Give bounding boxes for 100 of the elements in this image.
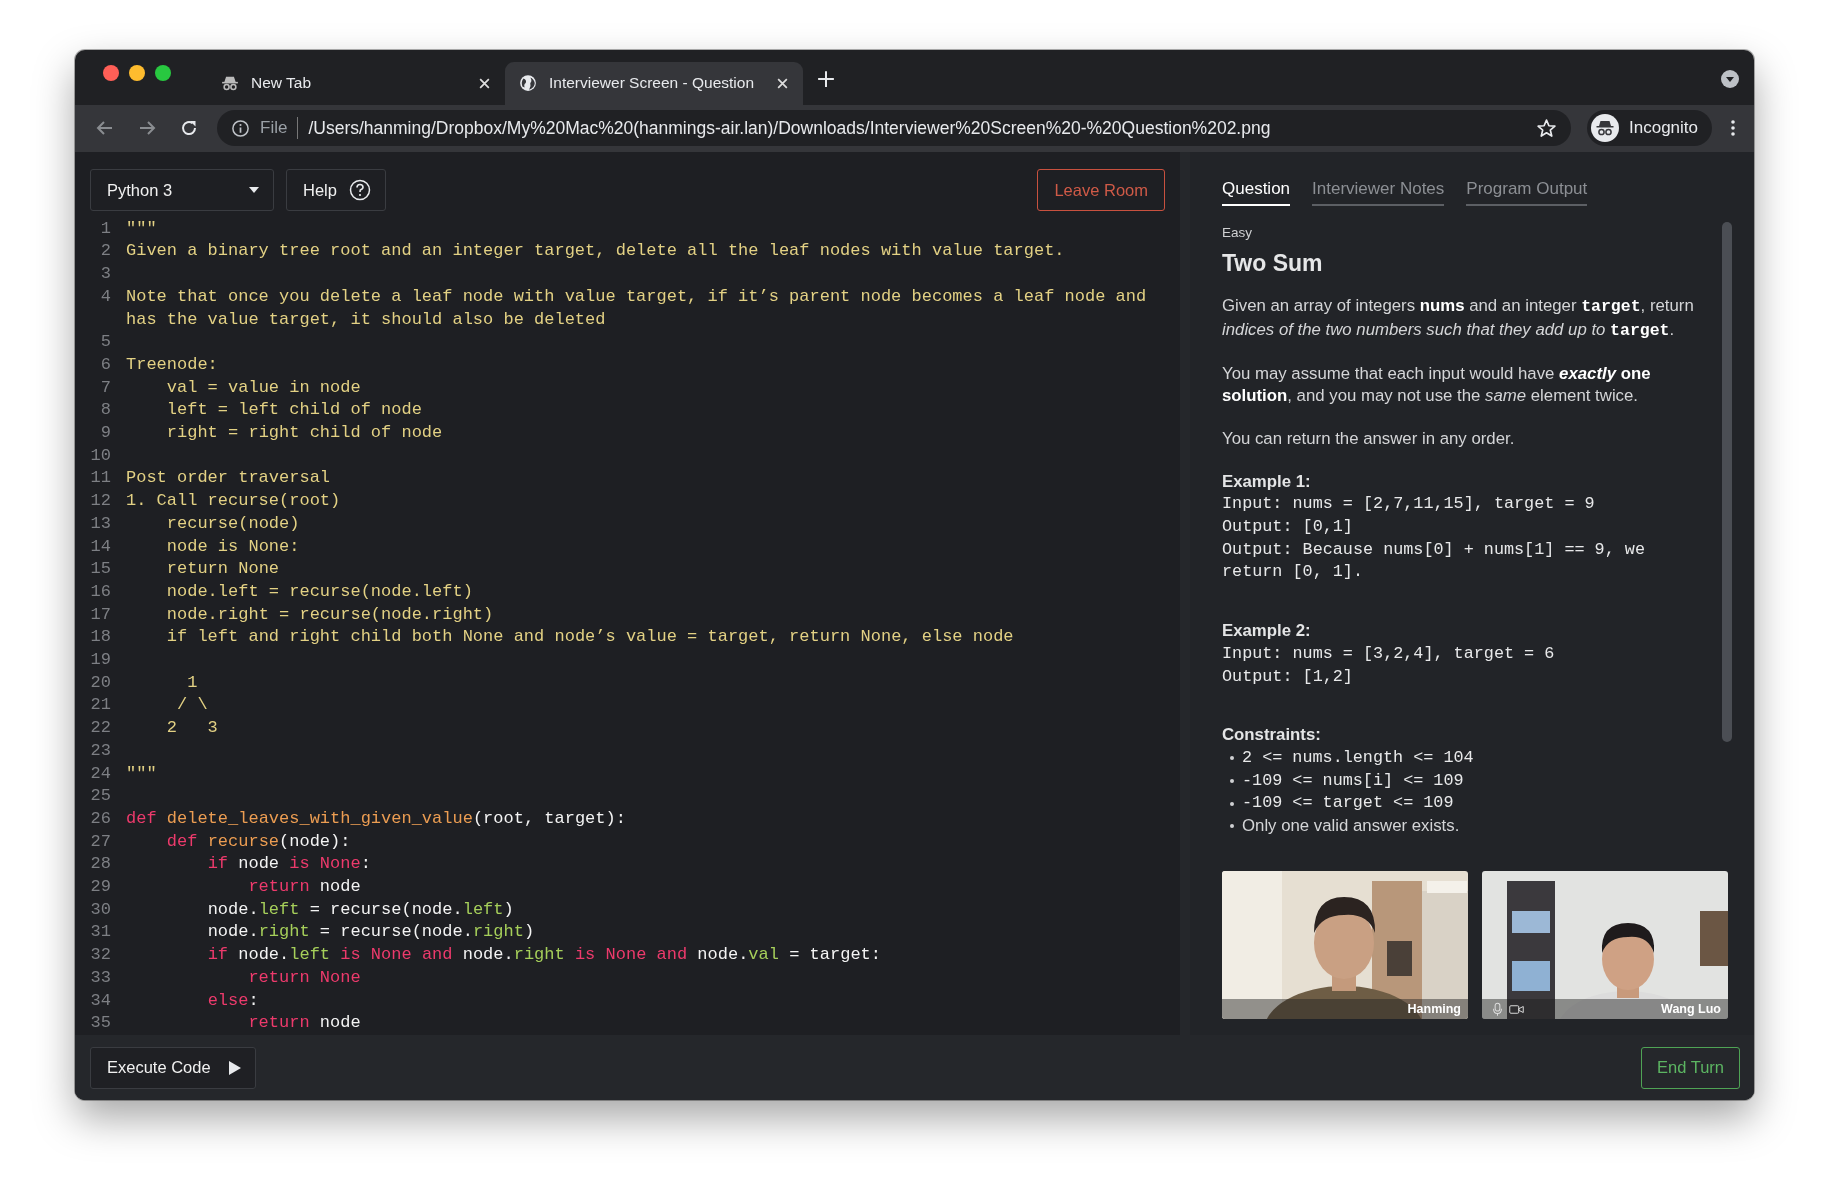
panel-tab[interactable]: Program Output — [1466, 178, 1588, 206]
participant-name: Wang Luo — [1661, 1002, 1721, 1016]
camera-icon[interactable] — [1509, 1003, 1524, 1015]
line-number: 25 — [89, 785, 111, 808]
code-line: node.left = recurse(node.left) — [165, 580, 473, 603]
line-number: 4 — [99, 285, 111, 308]
code-line: else: — [206, 989, 259, 1012]
example-line: Output: [0,1] — [1222, 516, 1354, 538]
bullet-icon — [1230, 756, 1234, 761]
window-zoom-button[interactable] — [155, 65, 171, 82]
constraint-text: -109 <= target <= 109 — [1242, 792, 1454, 815]
profile-button[interactable]: Incognito — [1587, 110, 1712, 147]
language-dropdown[interactable]: Python 3 — [90, 169, 274, 212]
code-line: val = value in node — [165, 376, 361, 399]
example-line: Input: nums = [3,2,4], target = 6 — [1222, 642, 1556, 665]
line-number: 5 — [99, 331, 111, 354]
question-paragraph: Given an array of integers nums and an integer target, return indices of the two numbers such that they add up to target. — [1222, 295, 1695, 342]
example-line: Input: nums = [2,7,11,15], target = 9 — [1222, 493, 1596, 516]
line-number: 6 — [99, 353, 111, 376]
line-number: 12 — [89, 490, 111, 513]
help-icon — [348, 179, 371, 202]
panel-tab[interactable]: Interviewer Notes — [1312, 178, 1445, 206]
scheme-label: File — [260, 118, 288, 139]
tab-search-button[interactable] — [1720, 69, 1740, 90]
bullet-icon — [1230, 824, 1234, 829]
line-number: 33 — [89, 966, 111, 989]
new-tab-button[interactable] — [817, 70, 835, 89]
end-turn-button[interactable]: End Turn — [1641, 1046, 1740, 1089]
leave-room-button[interactable]: Leave Room — [1037, 169, 1165, 212]
line-number: 1 — [99, 217, 111, 240]
code-line: 2 3 — [165, 717, 218, 740]
line-number: 29 — [89, 876, 111, 899]
line-number: 28 — [89, 853, 111, 876]
code-line: node.right = recurse(node.right) — [165, 603, 494, 626]
difficulty-label: Easy — [1222, 223, 1253, 242]
code-line: def delete_leaves_with_given_value(root, target): — [126, 807, 626, 830]
line-number: 24 — [89, 762, 111, 785]
line-number: 9 — [99, 422, 111, 444]
code-line: if left and right child both None and node’s value = target, return None, else node — [165, 626, 1014, 649]
line-number: 19 — [89, 649, 111, 672]
window-close-button[interactable] — [103, 65, 119, 82]
incognito-icon — [221, 74, 239, 93]
execute-code-button[interactable]: Execute Code — [90, 1046, 256, 1089]
code-line: recurse(node) — [165, 512, 300, 535]
line-number: 18 — [89, 626, 111, 649]
code-line: return None — [165, 558, 280, 581]
help-button[interactable]: Help — [286, 169, 386, 212]
line-number: 21 — [89, 694, 111, 717]
info-icon — [231, 118, 250, 138]
constraint-text: 2 <= nums.length <= 104 — [1242, 746, 1474, 769]
line-number: 15 — [89, 558, 111, 581]
line-number: 3 — [99, 263, 111, 286]
globe-icon — [519, 74, 537, 93]
panel-tab[interactable]: Question — [1222, 178, 1291, 206]
close-icon[interactable] — [776, 76, 789, 90]
example-line: Output: [1,2] — [1222, 665, 1354, 688]
code-line: right = right child of node — [165, 422, 443, 444]
line-number: 16 — [89, 580, 111, 603]
code-line: def recurse(node): — [165, 830, 351, 853]
scrollbar[interactable] — [1722, 221, 1732, 742]
close-icon[interactable] — [478, 76, 491, 90]
code-line: return node — [247, 1012, 361, 1035]
line-number: 11 — [89, 467, 111, 490]
line-number: 35 — [89, 1012, 111, 1035]
caret-icon — [249, 187, 259, 194]
code-line: node is None: — [165, 535, 300, 558]
line-number: 34 — [89, 989, 111, 1012]
window-minimize-button[interactable] — [129, 65, 145, 82]
play-icon — [228, 1060, 241, 1075]
browser-tab[interactable]: Interviewer Screen - Question — [505, 61, 803, 105]
line-number: 22 — [89, 717, 111, 740]
line-number: 31 — [89, 921, 111, 944]
code-line: """ — [126, 762, 157, 785]
code-line: Given a binary tree root and an integer target, delete all the leaf nodes with value target. — [126, 240, 1065, 263]
code-line: left = left child of node — [165, 399, 422, 422]
browser-tab[interactable]: New Tab — [207, 61, 505, 105]
code-line: return None — [247, 966, 361, 989]
bullet-icon — [1230, 801, 1234, 806]
line-number: 32 — [89, 944, 111, 967]
code-line: return node — [247, 876, 361, 899]
code-line: 1. Call recurse(root) — [126, 490, 341, 513]
code-line: / \ — [176, 694, 208, 717]
address-bar[interactable]: File /Users/hanming/Dropbox/My%20Mac%20(hanmings-air.lan)/Downloads/Interviewer%20Screen%20-%20Question%202.png — [217, 110, 1571, 147]
line-number: 7 — [99, 376, 111, 399]
code-line: node.right = recurse(node.right) — [206, 921, 535, 944]
code-line: node.left = recurse(node.left) — [206, 898, 514, 921]
code-line: Treenode: — [126, 353, 218, 376]
code-line: if node is None: — [206, 853, 371, 876]
menu-button[interactable] — [1730, 118, 1736, 139]
url-text: /Users/hanming/Dropbox/My%20Mac%20(hanmings-air.lan)/Downloads/Interviewer%20Screen%20-%20Question%202.png — [308, 117, 1271, 139]
incognito-icon — [1591, 114, 1619, 143]
line-number: 10 — [89, 444, 111, 467]
participant-name: Hanming — [1407, 1002, 1461, 1016]
line-number: 13 — [89, 512, 111, 535]
constraints-heading: Constraints: — [1222, 724, 1322, 747]
star-icon[interactable] — [1536, 117, 1557, 139]
constraint-text: Only one valid answer exists. — [1242, 815, 1460, 838]
line-number: 2 — [99, 240, 111, 263]
line-number: 30 — [89, 898, 111, 921]
example-heading: Example 2: — [1222, 620, 1312, 643]
